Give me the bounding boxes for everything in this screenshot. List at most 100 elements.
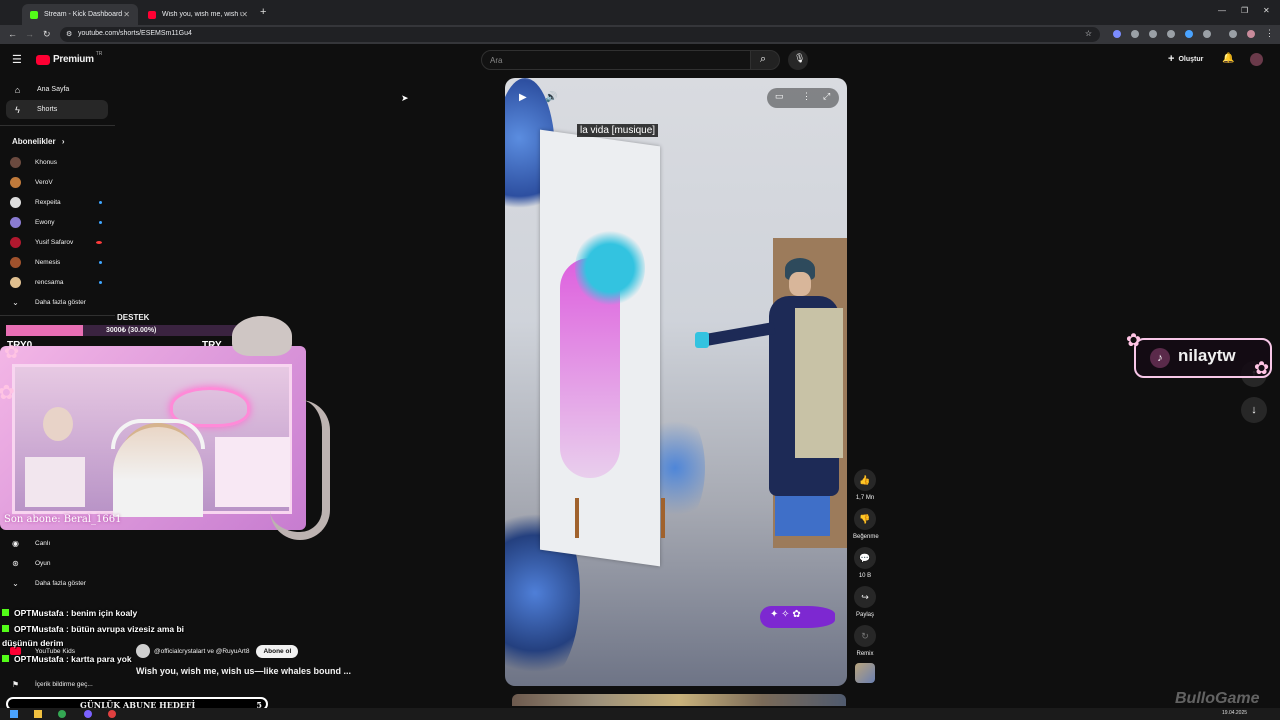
youtube-header: ☰ Premium TR Ara ⌕ 🎙 + Oluştur 🔔	[0, 44, 1280, 76]
avatar	[10, 196, 21, 208]
sidebar-item-label: Canlı	[35, 539, 51, 547]
account-avatar[interactable]	[1250, 53, 1263, 66]
share-action[interactable]: ↪ Paylaş	[853, 586, 877, 618]
sidebar-item-report[interactable]: ⚑ İçerik bildirme geç...	[10, 676, 110, 692]
logo-text: Premium	[53, 54, 94, 65]
show-more-label: Daha fazla göster	[35, 579, 86, 587]
sidebar-item-live[interactable]: ◉ Canlı	[10, 535, 110, 551]
file-explorer-icon[interactable]	[34, 710, 42, 718]
subscription-item-rencsama[interactable]: rencsama	[10, 274, 110, 290]
subscribe-button[interactable]: Abone ol	[256, 644, 299, 658]
fullscreen-icon[interactable]: ⤢	[823, 91, 830, 102]
thumbs-down-icon: 👎	[854, 508, 876, 530]
chevron-right-icon: ›	[61, 137, 65, 146]
play-button-icon[interactable]: ▶	[519, 92, 527, 103]
like-action[interactable]: 👍 1,7 Mn	[853, 469, 877, 501]
extension-icon[interactable]	[1131, 30, 1139, 38]
more-options-icon[interactable]: ⋮	[802, 91, 811, 102]
extensions-puzzle-icon[interactable]	[1203, 30, 1211, 38]
avatar	[10, 256, 21, 268]
subscription-item-rexpeita[interactable]: Rexpeita	[10, 194, 110, 210]
close-window-icon[interactable]: ✕	[1263, 6, 1270, 15]
minimize-icon[interactable]: —	[1218, 6, 1226, 15]
tiktok-handle: nilaytw	[1178, 346, 1236, 365]
youtube-logo[interactable]: Premium TR	[36, 51, 102, 65]
flower-sticker-icon: ✿	[1126, 330, 1142, 350]
show-more-explore[interactable]: ⌄ Daha fazla göster	[10, 575, 110, 591]
home-icon: ⌂	[14, 84, 21, 95]
search-icon: ⌕	[760, 53, 767, 65]
start-menu-icon[interactable]	[10, 710, 18, 718]
menu-kebab-icon[interactable]: ⋮	[1265, 28, 1274, 39]
remix-action[interactable]: ↻ Remix	[853, 625, 877, 657]
captions-icon[interactable]: ▭	[775, 91, 784, 102]
site-info-icon[interactable]: ⚙	[66, 30, 72, 38]
reload-icon[interactable]: ↻	[43, 29, 51, 40]
chat-text: OPTMustafa : kartta para yok	[14, 654, 132, 664]
notifications-bell-icon[interactable]: 🔔	[1222, 53, 1234, 64]
app-icon[interactable]	[108, 710, 116, 718]
sidebar-item-gaming[interactable]: ⊛ Oyun	[10, 555, 110, 571]
back-icon[interactable]: ←	[8, 29, 17, 39]
browser-tab-kick[interactable]: Stream - Kick Dashboard ✕	[22, 4, 138, 25]
maximize-icon[interactable]: ❐	[1241, 6, 1248, 15]
new-tab-icon[interactable]: +	[260, 6, 266, 18]
webcam-feed	[12, 364, 292, 517]
search-input[interactable]: Ara	[481, 50, 751, 70]
dislike-label: Beğenme	[853, 534, 879, 540]
shorts-video-player[interactable]: ✦ ✧ ✿ ▶ 🔊 ▭ ⋮ ⤢ la vida [musique]	[505, 78, 847, 686]
share-label: Paylaş	[855, 612, 874, 618]
comments-action[interactable]: 💬 10 B	[853, 547, 877, 579]
extension-icon[interactable]	[1113, 30, 1121, 38]
subscription-name: VeroV	[35, 178, 53, 186]
profile-avatar[interactable]	[1247, 30, 1255, 38]
chrome-icon[interactable]	[58, 710, 66, 718]
avatar	[10, 236, 21, 248]
search-button[interactable]: ⌕	[750, 50, 780, 70]
subscription-item-verov[interactable]: VeroV	[10, 174, 110, 190]
sidebar-item-home[interactable]: ⌂ Ana Sayfa	[6, 80, 108, 99]
subscription-item-khonus[interactable]: Khonus	[10, 154, 110, 170]
close-icon[interactable]: ✕	[241, 10, 248, 19]
volume-icon[interactable]: 🔊	[545, 92, 557, 103]
address-bar[interactable]: ⚙ youtube.com/shorts/ESEMSm11Gu4 ☆	[60, 27, 1100, 42]
create-button[interactable]: + Oluştur	[1168, 53, 1203, 65]
extension-icon[interactable]	[1167, 30, 1175, 38]
hamburger-menu-icon[interactable]: ☰	[12, 53, 22, 66]
gaming-icon: ⊛	[12, 558, 19, 568]
dislike-action[interactable]: 👎 Beğenme	[853, 508, 879, 540]
browser-tab-youtube[interactable]: Wish you, wish me, wish us—lik ✕	[140, 4, 256, 25]
avatar	[10, 276, 21, 288]
youtube-favicon-icon	[148, 10, 156, 19]
video-title[interactable]: Wish you, wish me, wish us—like whales b…	[136, 666, 351, 676]
voice-search-button[interactable]: 🎙	[788, 50, 808, 70]
subscription-name: Khonus	[35, 158, 58, 166]
painter-figure	[695, 248, 845, 548]
bookmark-star-icon[interactable]: ☆	[1085, 29, 1092, 38]
youtube-play-logo-icon	[36, 54, 50, 65]
flower-sticker-icon: ✿	[0, 382, 15, 404]
channel-avatar[interactable]	[136, 644, 150, 658]
sidebar-item-shorts[interactable]: ϟ Shorts	[6, 100, 108, 119]
subscription-item-yusif-safarov[interactable]: Yusif Safarov	[10, 234, 110, 250]
signature-sticker: ✦ ✧ ✿	[760, 606, 835, 628]
channel-name[interactable]: @officialcrystalart ve @RuyuArt8	[154, 648, 249, 655]
extension-icon[interactable]	[1185, 30, 1193, 38]
subscriptions-heading[interactable]: Abonelikler ›	[12, 137, 64, 146]
subscriptions-title: Abonelikler	[12, 137, 56, 146]
tab-title: Wish you, wish me, wish us—lik	[162, 11, 242, 18]
app-icon[interactable]	[84, 710, 92, 718]
close-icon[interactable]: ✕	[123, 10, 130, 19]
downloads-icon[interactable]	[1229, 30, 1237, 38]
video-channel-row: @officialcrystalart ve @RuyuArt8 Abone o…	[136, 644, 299, 658]
subscription-item-ewony[interactable]: Ewony	[10, 214, 110, 230]
show-more-subscriptions[interactable]: ⌄ Daha fazla göster	[10, 294, 110, 310]
forward-icon[interactable]: →	[25, 29, 34, 39]
extension-icon[interactable]	[1149, 30, 1157, 38]
next-video-button[interactable]: ↓	[1241, 397, 1267, 423]
new-content-dot	[99, 260, 102, 264]
taskbar-date: 19.04.2025	[1222, 710, 1248, 716]
audio-thumbnail[interactable]	[855, 663, 875, 683]
subscription-item-nemesis[interactable]: Nemesis	[10, 254, 110, 270]
remix-label: Remix	[856, 651, 874, 657]
